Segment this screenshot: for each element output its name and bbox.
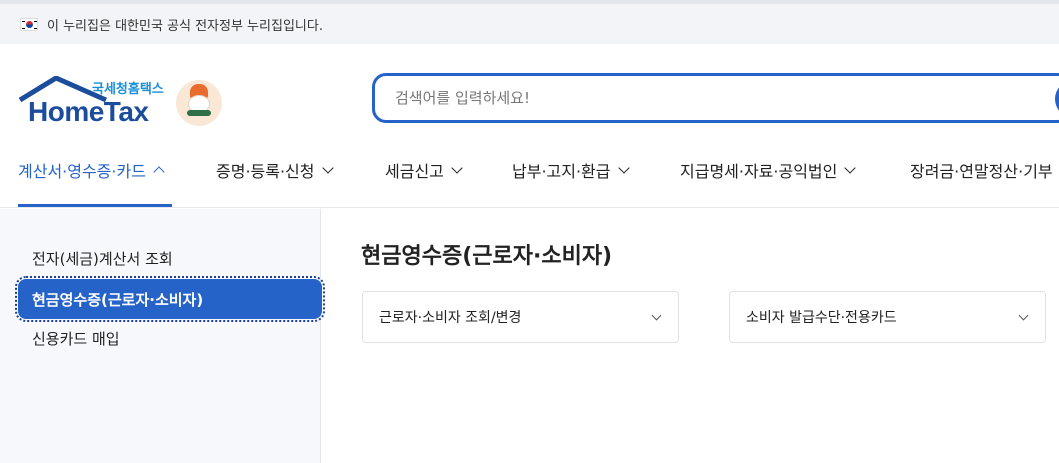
nav-item-certificate-registration[interactable]: 증명·등록·신청	[216, 158, 334, 182]
nav-item-invoice-receipt-card[interactable]: 계산서·영수증·카드	[18, 158, 165, 182]
nav-item-label: 세금신고	[385, 162, 444, 181]
search-input[interactable]	[395, 86, 995, 110]
nav-item-tax-filing[interactable]: 세금신고	[385, 158, 463, 182]
chevron-down-icon	[844, 162, 857, 174]
gov-banner-text: 이 누리집은 대한민국 공식 전자정부 누리집입니다.	[47, 18, 323, 34]
accordion-label: 근로자·소비자 조회/변경	[379, 310, 522, 326]
active-nav-underline	[18, 204, 172, 207]
nav-item-label: 납부·고지·환급	[512, 162, 611, 181]
chevron-down-icon	[321, 162, 334, 174]
nav-item-label: 계산서·영수증·카드	[18, 162, 146, 181]
nav-item-label: 장려금·연말정산·기부	[910, 162, 1053, 181]
accordion-consumer-issuance-card[interactable]: 소비자 발급수단·전용카드	[729, 291, 1046, 343]
nav-item-incentive-year-end[interactable]: 장려금·연말정산·기부	[910, 158, 1053, 182]
sidebar: 전자(세금)계산서 조회 현금영수증(근로자·소비자) 신용카드 매입	[0, 209, 325, 463]
logo-name: HomeTax	[28, 96, 149, 127]
nav-item-label: 지급명세·자료·공익법인	[680, 162, 838, 181]
chevron-down-icon	[1018, 310, 1029, 321]
nav-item-label: 증명·등록·신청	[216, 162, 315, 181]
sidebar-item-e-invoice[interactable]: 전자(세금)계산서 조회	[18, 238, 322, 278]
nav-item-payment-statement[interactable]: 지급명세·자료·공익법인	[680, 158, 857, 182]
korea-flag-icon	[20, 17, 38, 31]
sidebar-item-cash-receipt[interactable]: 현금영수증(근로자·소비자)	[15, 276, 325, 322]
chevron-down-icon	[617, 162, 630, 174]
chevron-up-icon	[153, 166, 165, 178]
search-button[interactable]	[1055, 80, 1059, 118]
chevron-down-icon	[651, 310, 662, 321]
sidebar-item-label: 현금영수증(근로자·소비자)	[32, 290, 204, 309]
site-header: 국세청홈택스 HomeTax 계산서·영수증·카드 증명·등록·신청 세금신고 …	[0, 44, 1059, 208]
sidebar-item-label: 전자(세금)계산서 조회	[32, 249, 173, 268]
sidebar-item-credit-card-purchase[interactable]: 신용카드 매입	[18, 318, 322, 358]
accordion-label: 소비자 발급수단·전용카드	[746, 310, 897, 326]
main-nav: 계산서·영수증·카드 증명·등록·신청 세금신고 납부·고지·환급 지급명세·자…	[0, 144, 1059, 208]
hometax-logo[interactable]: 국세청홈택스 HomeTax	[18, 76, 228, 130]
gov-banner: 이 누리집은 대한민국 공식 전자정부 누리집입니다.	[0, 0, 1059, 44]
page-title: 현금영수증(근로자·소비자)	[361, 244, 613, 269]
accordion-worker-consumer-inquiry[interactable]: 근로자·소비자 조회/변경	[362, 291, 679, 343]
nav-item-payment-refund[interactable]: 납부·고지·환급	[512, 158, 630, 182]
logo-subtitle: 국세청홈택스	[92, 82, 164, 97]
snowman-mascot-icon	[176, 80, 222, 126]
search-box	[372, 73, 1059, 123]
chevron-down-icon	[451, 162, 463, 174]
sidebar-item-label: 신용카드 매입	[32, 329, 120, 348]
